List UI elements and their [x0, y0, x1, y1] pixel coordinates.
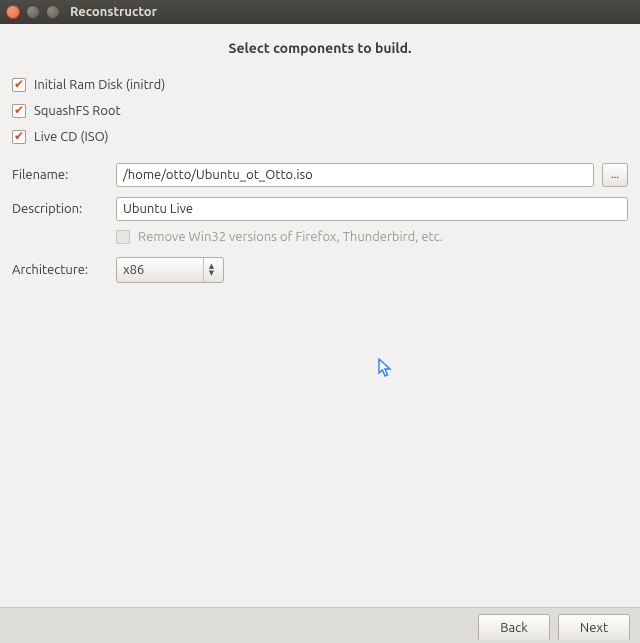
- content-area: Select components to build. Initial Ram …: [0, 24, 640, 643]
- architecture-value: x86: [123, 263, 144, 277]
- check-label: Initial Ram Disk (initrd): [34, 78, 165, 92]
- page-heading: Select components to build.: [12, 40, 628, 56]
- description-input[interactable]: [116, 197, 628, 221]
- description-label: Description:: [12, 202, 108, 216]
- check-squashfs[interactable]: SquashFS Root: [12, 104, 628, 118]
- back-button[interactable]: Back: [478, 614, 550, 640]
- check-label: Live CD (ISO): [34, 130, 109, 144]
- check-livecd[interactable]: Live CD (ISO): [12, 130, 628, 144]
- checkbox-icon: [116, 230, 130, 244]
- description-row: Description:: [12, 197, 628, 221]
- titlebar: Reconstructor: [0, 0, 640, 24]
- filename-label: Filename:: [12, 168, 108, 182]
- check-remove-win32: Remove Win32 versions of Firefox, Thunde…: [116, 230, 628, 244]
- footer-bar: Back Next: [0, 607, 640, 643]
- filename-row: Filename: ...: [12, 163, 628, 187]
- checkbox-icon[interactable]: [12, 130, 26, 144]
- check-label: Remove Win32 versions of Firefox, Thunde…: [138, 230, 443, 244]
- spin-arrows-icon[interactable]: ▲▼: [203, 258, 219, 282]
- close-icon[interactable]: [6, 5, 20, 19]
- checkbox-icon[interactable]: [12, 78, 26, 92]
- check-label: SquashFS Root: [34, 104, 121, 118]
- window-title: Reconstructor: [70, 5, 157, 19]
- check-initrd[interactable]: Initial Ram Disk (initrd): [12, 78, 628, 92]
- cursor-icon: [378, 358, 394, 378]
- filename-input[interactable]: [116, 163, 594, 187]
- browse-button[interactable]: ...: [602, 163, 628, 187]
- checkbox-icon[interactable]: [12, 104, 26, 118]
- architecture-select[interactable]: x86 ▲▼: [116, 257, 224, 283]
- maximize-icon[interactable]: [46, 5, 60, 19]
- architecture-row: Architecture: x86 ▲▼: [12, 257, 628, 283]
- next-button[interactable]: Next: [558, 614, 630, 640]
- minimize-icon[interactable]: [26, 5, 40, 19]
- architecture-label: Architecture:: [12, 263, 108, 277]
